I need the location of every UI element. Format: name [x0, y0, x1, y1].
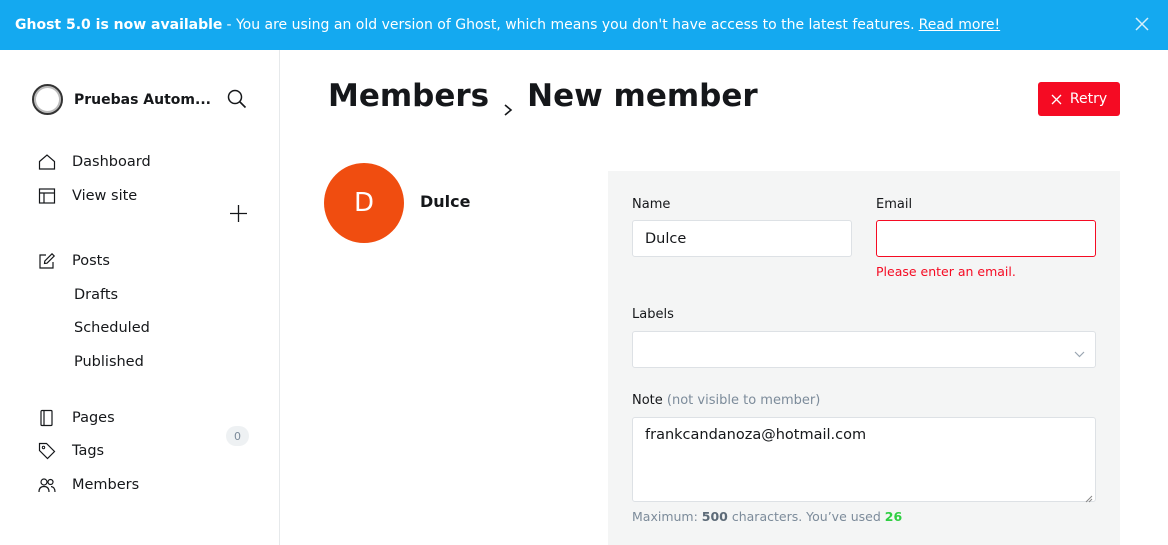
counter-used: 26	[884, 509, 903, 524]
update-banner: Ghost 5.0 is now available - You are usi…	[0, 0, 1168, 50]
resize-handle-icon[interactable]	[1085, 491, 1093, 503]
sidebar-item-members[interactable]: Members	[38, 476, 139, 494]
note-hint: (not visible to member)	[666, 393, 821, 408]
search-icon[interactable]	[226, 88, 248, 110]
avatar: D	[324, 163, 404, 243]
home-icon	[38, 153, 56, 171]
sidebar-item-label: Members	[72, 477, 140, 493]
note-label: Note (not visible to member)	[632, 393, 820, 408]
name-label: Name	[632, 197, 671, 212]
page-title-text: New member	[527, 78, 758, 114]
members-count-badge: 0	[226, 426, 249, 446]
counter-prefix: Maximum:	[632, 509, 702, 524]
sidebar-item-tags[interactable]: Tags	[38, 442, 104, 460]
sidebar-item-label: Pages	[72, 410, 115, 426]
email-field[interactable]	[876, 220, 1096, 257]
email-error-message: Please enter an email.	[876, 264, 1016, 279]
email-label: Email	[876, 197, 913, 212]
banner-title: Ghost 5.0 is now available	[15, 17, 223, 33]
banner-read-more-link[interactable]: Read more!	[919, 17, 1001, 33]
banner-message: - You are using an old version of Ghost,…	[226, 17, 915, 33]
sidebar-item-view-site[interactable]: View site	[38, 187, 137, 205]
note-textarea[interactable]: frankcandanoza@hotmail.com	[632, 417, 1096, 503]
member-name: Dulce	[420, 192, 471, 211]
sidebar-item-drafts[interactable]: Drafts	[74, 287, 118, 303]
sidebar-item-dashboard[interactable]: Dashboard	[38, 153, 151, 171]
counter-max: 500	[701, 509, 728, 524]
sidebar-item-label: Posts	[72, 253, 110, 269]
site-brand[interactable]: Pruebas Autom...	[32, 84, 211, 115]
chevron-down-icon	[1074, 345, 1085, 358]
labels-select[interactable]	[632, 331, 1096, 368]
layout-icon	[38, 187, 56, 205]
site-name: Pruebas Autom...	[74, 91, 211, 108]
page-title: Members New member	[328, 78, 758, 116]
sidebar-item-label: Dashboard	[72, 154, 151, 170]
sidebar-item-published[interactable]: Published	[74, 354, 144, 370]
note-label-text: Note	[632, 393, 663, 408]
sidebar-item-posts[interactable]: Posts	[38, 252, 110, 270]
sidebar: Pruebas Autom...	[0, 50, 280, 545]
retry-label: Retry	[1069, 91, 1108, 107]
labels-label: Labels	[632, 307, 674, 322]
retry-button[interactable]: Retry	[1038, 82, 1120, 116]
sidebar-item-label: View site	[72, 188, 138, 204]
add-post-icon[interactable]	[229, 204, 248, 223]
close-icon[interactable]	[1134, 16, 1150, 32]
page-icon	[38, 409, 56, 427]
sidebar-item-pages[interactable]: Pages	[38, 409, 115, 427]
chevron-right-icon	[501, 89, 515, 116]
close-icon	[1051, 94, 1062, 104]
sidebar-item-scheduled[interactable]: Scheduled	[74, 320, 150, 336]
note-character-counter: Maximum: 500 characters. You’ve used 26	[632, 509, 902, 524]
note-value: frankcandanoza@hotmail.com	[645, 427, 867, 443]
members-icon	[38, 476, 56, 494]
name-field[interactable]: Dulce	[632, 220, 852, 257]
tag-icon	[38, 442, 56, 460]
site-logo	[32, 84, 63, 115]
sidebar-item-label: Tags	[72, 443, 105, 459]
edit-icon	[38, 252, 56, 270]
counter-mid: characters. You’ve used	[727, 509, 885, 524]
breadcrumb-members-link[interactable]: Members	[328, 78, 489, 114]
